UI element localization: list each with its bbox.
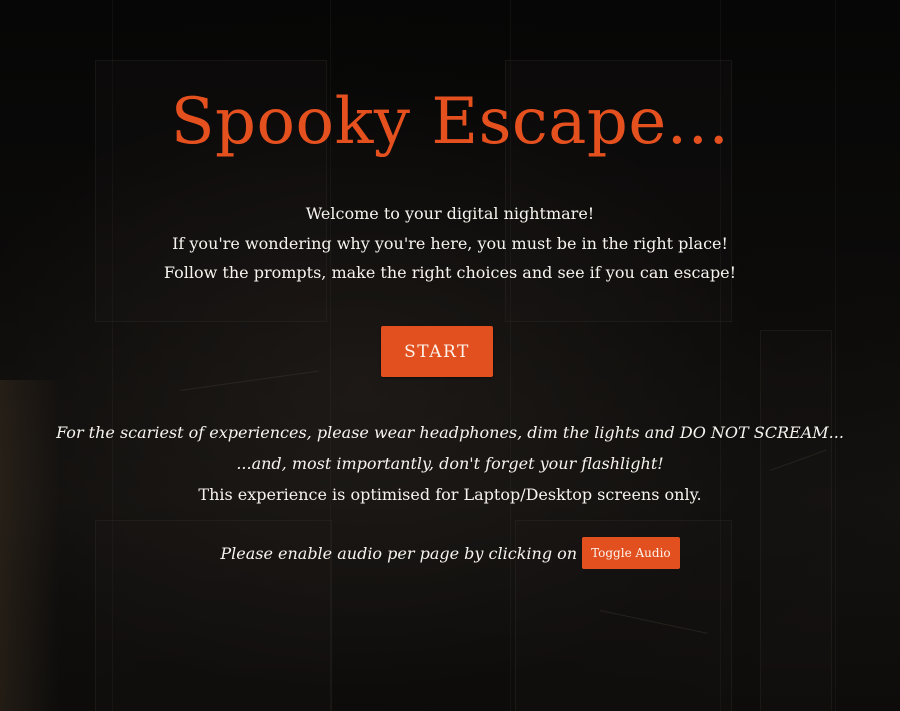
toggle-audio-button[interactable]: Toggle Audio	[582, 537, 680, 569]
page-title: Spooky Escape...	[170, 85, 730, 159]
start-button[interactable]: START	[381, 326, 493, 377]
intro-text: Welcome to your digital nightmare! If yo…	[0, 199, 900, 288]
intro-line: If you're wondering why you're here, you…	[172, 233, 728, 253]
intro-line: Welcome to your digital nightmare!	[305, 204, 595, 223]
notice-line-headphones: For the scariest of experiences, please …	[56, 423, 844, 442]
notice-line-screens: This experience is optimised for Laptop/…	[198, 485, 702, 504]
audio-prompt-row: Please enable audio per page by clicking…	[0, 537, 900, 569]
experience-notice: For the scariest of experiences, please …	[0, 417, 900, 510]
audio-prompt-text: Please enable audio per page by clicking…	[220, 543, 578, 563]
notice-line-flashlight: ...and, most importantly, don't forget y…	[236, 454, 664, 473]
intro-line: Follow the prompts, make the right choic…	[163, 263, 737, 282]
landing-content: Spooky Escape... Welcome to your digital…	[0, 0, 900, 711]
